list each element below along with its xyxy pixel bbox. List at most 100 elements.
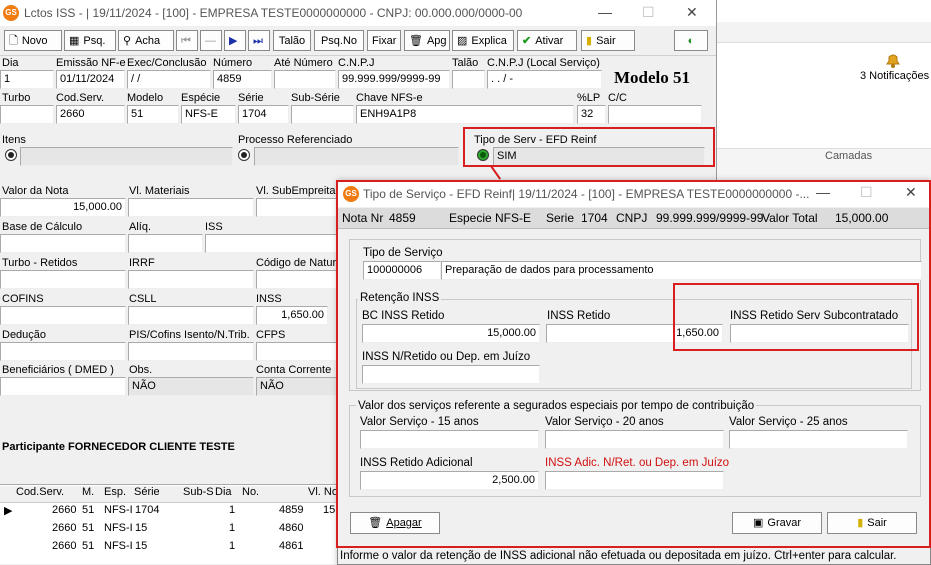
csll-field[interactable] xyxy=(128,306,254,325)
itens-radio[interactable] xyxy=(5,149,17,161)
irrf-field[interactable] xyxy=(128,270,254,289)
explica-button[interactable]: ▨ Explica xyxy=(452,30,514,51)
apg-button[interactable]: 🗑 Apg xyxy=(404,30,450,51)
vl-materiais-field[interactable] xyxy=(128,198,254,217)
col-sub-s[interactable]: Sub-S xyxy=(183,486,214,498)
ate-numero-label: Até Número xyxy=(274,57,333,69)
psqno-button[interactable]: Psq.No xyxy=(314,30,364,51)
lp-field[interactable]: 32 xyxy=(577,105,606,124)
numero-field[interactable]: 4859 xyxy=(213,70,272,89)
search-doc-icon: ▦ xyxy=(69,35,80,47)
grid-header: Cod.Serv. M. Esp. Série Sub-S Dia No. Vl… xyxy=(0,486,340,503)
acha-button[interactable]: ⚲ Acha xyxy=(118,30,174,51)
cfps-field[interactable] xyxy=(256,342,338,361)
conta-corrente-label: Conta Corrente xyxy=(256,364,332,376)
notifications-label[interactable]: 3 Notificações xyxy=(860,70,929,82)
modelo-label: Modelo xyxy=(127,92,164,104)
prev-record-icon[interactable]: — xyxy=(200,30,222,51)
especie-label: Espécie xyxy=(181,92,221,104)
vl-materiais-label: Vl. Materiais xyxy=(129,185,190,197)
col-no[interactable]: No. xyxy=(242,486,259,498)
sair-button[interactable]: ▮ Sair xyxy=(581,30,635,51)
obs-field[interactable]: NÃO xyxy=(128,377,254,396)
valor-nota-label: Valor da Nota xyxy=(2,185,69,197)
exec-field[interactable]: / / xyxy=(127,70,211,89)
modelo-field[interactable]: 51 xyxy=(127,105,179,124)
base-calculo-field[interactable] xyxy=(0,234,126,253)
col-m[interactable]: M. xyxy=(82,486,94,498)
fixar-button[interactable]: Fixar xyxy=(367,30,401,51)
chave-field[interactable]: ENH9A1P8 xyxy=(356,105,574,124)
ate-numero-field[interactable] xyxy=(274,70,336,89)
talao-field[interactable] xyxy=(452,70,485,89)
cnpj-local-field[interactable]: . . / - xyxy=(487,70,602,89)
last-record-icon[interactable]: ⏭ xyxy=(248,30,270,51)
close-icon[interactable]: ✕ xyxy=(686,4,698,21)
deducao-field[interactable] xyxy=(0,342,126,361)
camadas-label[interactable]: Camadas xyxy=(825,150,872,162)
exit-door-icon: ▮ xyxy=(586,35,593,47)
base-calculo-label: Base de Cálculo xyxy=(2,221,83,233)
bell-icon[interactable] xyxy=(884,52,904,68)
especie-field[interactable]: NFS-E xyxy=(181,105,236,124)
talao-label: Talão xyxy=(452,57,479,69)
status-bar: Informe o valor da retenção de INSS adic… xyxy=(340,550,897,562)
conta-corrente-field[interactable]: NÃO xyxy=(256,377,338,396)
modelo-title: Modelo 51 xyxy=(614,68,691,87)
aliq-field[interactable] xyxy=(128,234,203,253)
emissao-field[interactable]: 01/11/2024 xyxy=(56,70,125,89)
lp-label: %LP xyxy=(577,92,601,104)
cc-field[interactable] xyxy=(608,105,702,124)
highlight-dialog xyxy=(336,180,931,548)
psq-button[interactable]: ▦ Psq. xyxy=(64,30,116,51)
cofins-field[interactable] xyxy=(0,306,126,325)
itens-field[interactable] xyxy=(20,147,233,166)
col-vl[interactable]: Vl. No xyxy=(308,486,338,498)
vl-subempreitada-label: Vl. SubEmpreitad xyxy=(256,185,342,197)
beneficiarios-label: Beneficiários ( DMED ) xyxy=(2,364,114,376)
codigo-natureza-label: Código de Nature xyxy=(256,257,343,269)
dia-field[interactable]: 1 xyxy=(0,70,54,89)
table-row[interactable]: ▶ 2660 51 NFS-I 1704 1 4859 15 xyxy=(0,504,340,520)
deducao-label: Dedução xyxy=(2,329,47,341)
app-logo-icon: GS xyxy=(3,5,19,21)
pis-cofins-field[interactable] xyxy=(128,342,254,361)
table-row[interactable]: 2660 51 NFS-I 15 1 4860 xyxy=(0,522,340,538)
processo-field[interactable] xyxy=(254,147,459,166)
inss-field[interactable]: 1,650.00 xyxy=(256,306,328,325)
subserie-field[interactable] xyxy=(291,105,354,124)
binoculars-icon: ⚲ xyxy=(123,35,132,47)
main-titlebar: GS Lctos ISS - | 19/11/2024 - [100] - EM… xyxy=(0,0,716,26)
serie-field[interactable]: 1704 xyxy=(238,105,289,124)
cc-label: C/C xyxy=(608,92,627,104)
trash-icon: 🗑 xyxy=(409,35,423,47)
refresh-icon[interactable]: ◐ xyxy=(674,30,708,51)
cod-serv-label: Cod.Serv. xyxy=(56,92,105,104)
col-serie[interactable]: Série xyxy=(134,486,160,498)
valor-nota-field[interactable]: 15,000.00 xyxy=(0,198,126,217)
minimize-icon[interactable]: — xyxy=(598,4,612,20)
beneficiarios-field[interactable] xyxy=(0,377,126,396)
serie-label: Série xyxy=(238,92,264,104)
first-record-icon[interactable]: ⏮ xyxy=(176,30,198,51)
next-record-icon[interactable]: ▶ xyxy=(224,30,246,51)
col-esp[interactable]: Esp. xyxy=(104,486,126,498)
col-dia[interactable]: Dia xyxy=(215,486,232,498)
turbo-retidos-field[interactable] xyxy=(0,270,126,289)
vl-subempreitada-field[interactable] xyxy=(256,198,338,217)
codigo-natureza-field[interactable] xyxy=(256,270,338,289)
cnpj-field[interactable]: 99.999.999/9999-99 xyxy=(338,70,450,89)
cod-serv-field[interactable]: 2660 xyxy=(56,105,125,124)
turbo-label: Turbo xyxy=(2,92,31,104)
ativar-button[interactable]: ✔ Ativar xyxy=(517,30,577,51)
new-doc-icon: 🗋 xyxy=(9,35,18,47)
talao-button[interactable]: Talão xyxy=(273,30,311,51)
col-cod-serv[interactable]: Cod.Serv. xyxy=(16,486,64,498)
processo-radio[interactable] xyxy=(238,149,250,161)
aliq-label: Alíq. xyxy=(129,221,152,233)
turbo-field[interactable] xyxy=(0,105,54,124)
novo-button[interactable]: 🗋 Novo xyxy=(4,30,62,51)
table-row[interactable]: 2660 51 NFS-I 15 1 4861 xyxy=(0,540,340,556)
maximize-icon[interactable]: ☐ xyxy=(642,4,655,21)
iss-field[interactable] xyxy=(205,234,338,253)
